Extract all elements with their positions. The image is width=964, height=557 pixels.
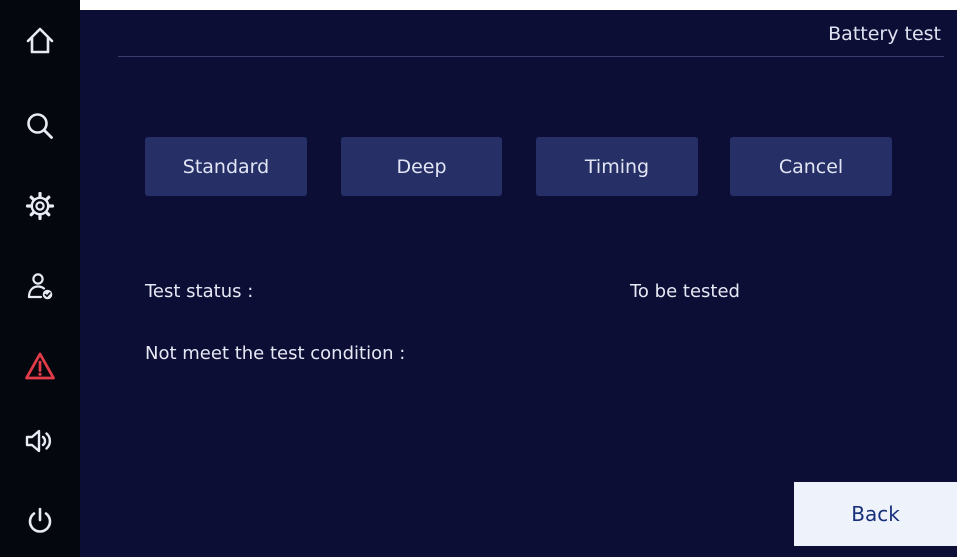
- deep-test-button[interactable]: Deep: [341, 137, 502, 196]
- sidebar-item-user[interactable]: [0, 251, 80, 321]
- test-status-label: Test status :: [145, 281, 254, 302]
- sidebar-item-power[interactable]: [0, 486, 80, 556]
- battery-test-screen: Battery test Standard Deep Timing Cancel…: [0, 0, 964, 557]
- sidebar-item-settings[interactable]: [0, 171, 80, 241]
- test-status-value: To be tested: [630, 281, 740, 302]
- sidebar-item-alarm[interactable]: [0, 331, 80, 401]
- speaker-icon: [25, 429, 52, 453]
- sidebar-item-search[interactable]: [0, 91, 80, 161]
- timing-test-button[interactable]: Timing: [536, 137, 698, 196]
- sidebar: [0, 0, 80, 557]
- back-button[interactable]: Back: [794, 482, 957, 546]
- cancel-test-button[interactable]: Cancel: [730, 137, 892, 196]
- header-divider: [118, 56, 944, 57]
- power-icon: [28, 507, 52, 533]
- test-condition-label: Not meet the test condition :: [145, 343, 406, 364]
- home-icon: [26, 27, 54, 54]
- warning-icon: [25, 352, 55, 380]
- user-check-icon: [27, 273, 53, 300]
- main-panel: Battery test Standard Deep Timing Cancel…: [80, 10, 957, 557]
- search-icon: [27, 113, 53, 139]
- sidebar-item-home[interactable]: [0, 6, 80, 76]
- gear-icon: [25, 191, 55, 221]
- page-title: Battery test: [828, 23, 941, 45]
- sidebar-item-sound[interactable]: [0, 406, 80, 476]
- standard-test-button[interactable]: Standard: [145, 137, 307, 196]
